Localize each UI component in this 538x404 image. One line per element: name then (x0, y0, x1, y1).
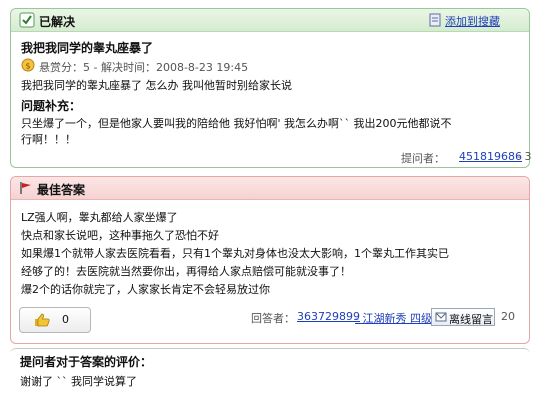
like-button[interactable]: 0 (19, 307, 91, 333)
answer-line: 快点和家长说吧，这种事拖久了恐怕不好 (21, 229, 219, 242)
flag-icon (19, 181, 33, 198)
question-panel: 已解决 添加到搜藏 我把我同学的睾丸座暴了 $ 悬赏分：5 - 解决时间：200… (10, 8, 532, 168)
evaluation-text: 谢谢了 `` 我同学说算了 (20, 375, 137, 388)
answerer-suffix: 20 (501, 310, 515, 323)
asker-link[interactable]: 451819686 (459, 150, 522, 163)
answer-header-label: 最佳答案 (37, 183, 86, 197)
question-meta: 悬赏分：5 - 解决时间：2008-8-23 19:45 (39, 61, 249, 74)
supplement-line: 行啊！！！ (21, 133, 76, 146)
checkmark-icon (19, 12, 35, 31)
answer-header: 最佳答案 (11, 177, 529, 200)
svg-text:$: $ (25, 62, 30, 71)
like-count: 0 (62, 313, 69, 326)
add-favorite-link[interactable]: 添加到搜藏 (445, 13, 500, 29)
question-title: 我把我同学的睾丸座暴了 (21, 41, 154, 55)
asker-suffix: - 3 (517, 150, 532, 163)
thumbs-up-icon (34, 313, 50, 330)
bookmark-icon[interactable] (429, 13, 441, 30)
answer-line: 经够了的！去医院就当然要你出，再得给人家点赔偿可能就没事了！ (21, 265, 351, 278)
evaluation-title: 提问者对于答案的评价： (20, 355, 153, 369)
answer-line: 如果爆1个就带人家去医院看看，只有1个睾丸对身体也没太大影响，1个睾丸工作其实已 (21, 247, 449, 260)
coin-icon: $ (21, 58, 35, 75)
answer-line: 爆2个的话你就完了，人家家长肯定不会轻易放过你 (21, 283, 270, 296)
status-label: 已解决 (39, 15, 76, 29)
supplement-line: 只坐爆了一个，但是他家人要叫我的陪给他 我好怕啊' 我怎么办啊`` 我出200元… (21, 117, 452, 130)
question-header: 已解决 添加到搜藏 (11, 9, 529, 32)
question-detail: 我把我同学的睾丸座暴了 怎么办 我叫他暂时别给家长说 (21, 79, 292, 92)
best-answer-panel: 最佳答案 LZ强人啊，睾丸都给人家坐爆了 快点和家长说吧，这种事拖久了恐怕不好 … (10, 176, 530, 344)
answerer-label: 回答者： (251, 312, 295, 325)
asker-label: 提问者： (401, 152, 445, 165)
supplement-title: 问题补充： (21, 99, 82, 113)
answerer-title[interactable]: - 江湖新秀 四级 (355, 310, 432, 326)
offline-message-label: 离线留言 (449, 313, 493, 326)
message-icon (435, 311, 447, 326)
answerer-link[interactable]: 363729899 (297, 310, 360, 323)
offline-message-button[interactable]: 离线留言 (431, 308, 495, 326)
evaluation-panel: 提问者对于答案的评价： 谢谢了 `` 我同学说算了 (10, 348, 530, 398)
answer-line: LZ强人啊，睾丸都给人家坐爆了 (21, 211, 178, 224)
